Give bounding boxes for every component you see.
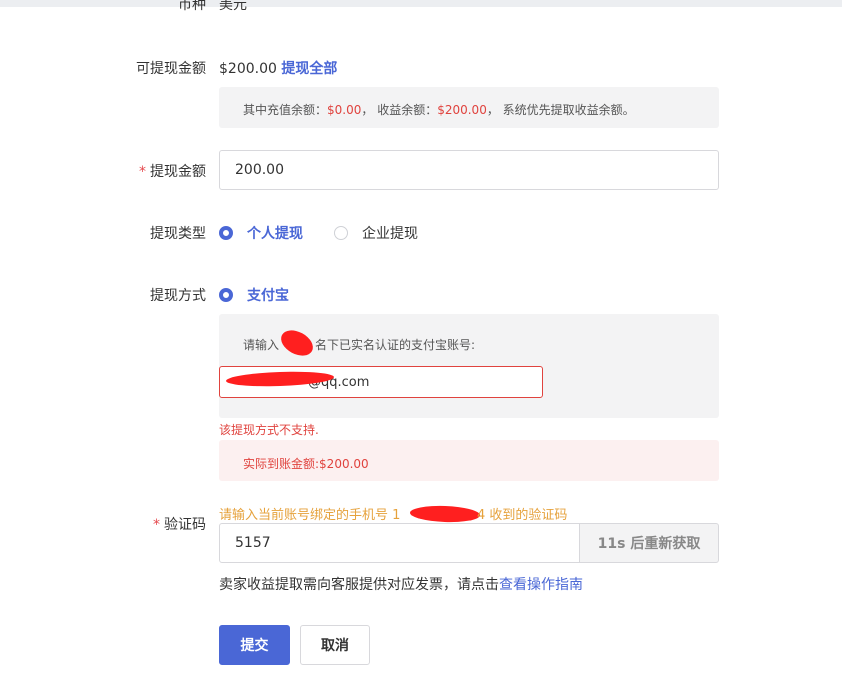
radio-company[interactable] bbox=[334, 226, 348, 240]
radio-personal[interactable] bbox=[219, 226, 233, 240]
balance-note: 其中充值余额：$0.00， 收益余额：$200.00， 系统优先提取收益余额。 bbox=[243, 103, 635, 117]
withdraw-all-link[interactable]: 提现全部 bbox=[281, 61, 337, 77]
radio-company-label[interactable]: 企业提现 bbox=[362, 223, 418, 243]
cancel-button[interactable]: 取消 bbox=[300, 625, 370, 665]
currency-label: 币种 bbox=[178, 0, 206, 13]
available-amount: $200.00 bbox=[219, 61, 277, 77]
code-input[interactable] bbox=[219, 523, 581, 563]
code-label: * 验证码 bbox=[153, 517, 206, 533]
currency-value: 美元 bbox=[219, 0, 247, 13]
alipay-prompt-start: 请输入 bbox=[243, 338, 280, 352]
invoice-note: 卖家收益提取需向客服提供对应发票，请点击查看操作指南 bbox=[219, 577, 583, 593]
available-value: $200.00 提现全部 bbox=[219, 58, 337, 78]
actual-amount-box: 实际到账金额:$200.00 bbox=[219, 440, 719, 481]
balance-note-box: 其中充值余额：$0.00， 收益余额：$200.00， 系统优先提取收益余额。 bbox=[219, 87, 719, 128]
amount-label: * 提现金额 bbox=[139, 164, 206, 180]
code-hint-start: 请输入当前账号绑定的手机号 1 bbox=[219, 508, 401, 523]
radio-alipay[interactable] bbox=[219, 288, 233, 302]
recharge-balance: $0.00 bbox=[327, 103, 362, 117]
amount-input[interactable] bbox=[219, 150, 719, 190]
available-label: 可提现金额 bbox=[136, 61, 206, 77]
top-bar bbox=[0, 0, 842, 7]
guide-link[interactable]: 查看操作指南 bbox=[499, 577, 583, 593]
submit-button[interactable]: 提交 bbox=[219, 625, 290, 665]
method-label: 提现方式 bbox=[150, 288, 206, 304]
income-balance: $200.00 bbox=[437, 103, 487, 117]
alipay-prompt-end: 名下已实名认证的支付宝账号: bbox=[315, 338, 476, 352]
method-error: 该提现方式不支持. bbox=[219, 423, 319, 437]
resend-code-button[interactable]: 11s 后重新获取 bbox=[579, 523, 719, 563]
radio-alipay-label[interactable]: 支付宝 bbox=[247, 285, 289, 305]
radio-personal-label[interactable]: 个人提现 bbox=[247, 223, 303, 243]
redaction-mark bbox=[409, 504, 481, 524]
type-label: 提现类型 bbox=[150, 226, 206, 242]
code-hint-end: 4 收到的验证码 bbox=[477, 508, 568, 523]
actual-amount: 实际到账金额:$200.00 bbox=[243, 457, 369, 471]
